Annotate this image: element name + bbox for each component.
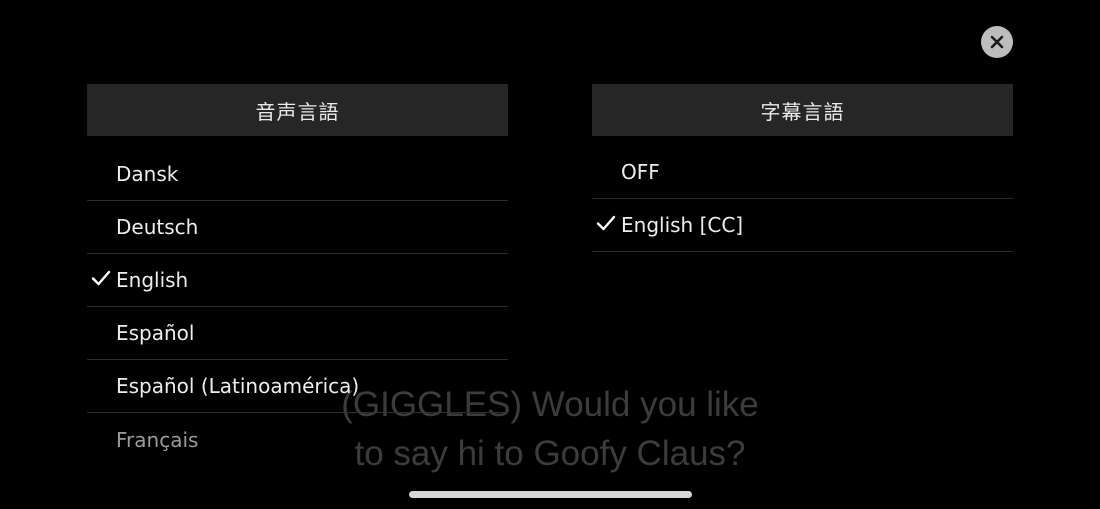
audio-option-deutsch[interactable]: Deutsch xyxy=(87,201,508,254)
audio-option-english[interactable]: English xyxy=(87,254,508,307)
audio-option-francais[interactable]: Français xyxy=(87,413,508,466)
subtitle-option-off[interactable]: OFF xyxy=(592,146,1013,199)
audio-option-espanol-latinoamerica[interactable]: Español (Latinoamérica) xyxy=(87,360,508,413)
subtitle-language-list: OFF English [CC] xyxy=(592,146,1013,252)
option-label: Español (Latinoamérica) xyxy=(116,374,360,398)
option-label: Español xyxy=(116,321,195,345)
close-icon xyxy=(990,35,1004,49)
audio-option-dansk[interactable]: Dansk xyxy=(87,148,508,201)
subtitle-option-english-cc[interactable]: English [CC] xyxy=(592,199,1013,252)
checkmark-icon xyxy=(596,215,616,231)
audio-language-panel: 音声言語 Dansk Deutsch English Español Españ… xyxy=(87,84,508,466)
option-label: OFF xyxy=(621,160,660,184)
audio-option-espanol[interactable]: Español xyxy=(87,307,508,360)
checkmark-icon xyxy=(91,270,111,286)
subtitle-language-panel: 字幕言語 OFF English [CC] xyxy=(592,84,1013,252)
player-overlay: (GIGGLES) Would you like to say hi to Go… xyxy=(0,0,1100,509)
home-indicator[interactable] xyxy=(409,491,692,498)
audio-language-list: Dansk Deutsch English Español Español (L… xyxy=(87,148,508,466)
option-label: Dansk xyxy=(116,162,179,186)
option-label: English xyxy=(116,268,189,292)
close-button[interactable] xyxy=(981,26,1013,58)
option-label: Deutsch xyxy=(116,215,199,239)
option-label: English [CC] xyxy=(621,213,744,237)
option-label: Français xyxy=(116,427,199,452)
subtitle-language-header: 字幕言語 xyxy=(592,84,1013,136)
audio-language-header: 音声言語 xyxy=(87,84,508,136)
